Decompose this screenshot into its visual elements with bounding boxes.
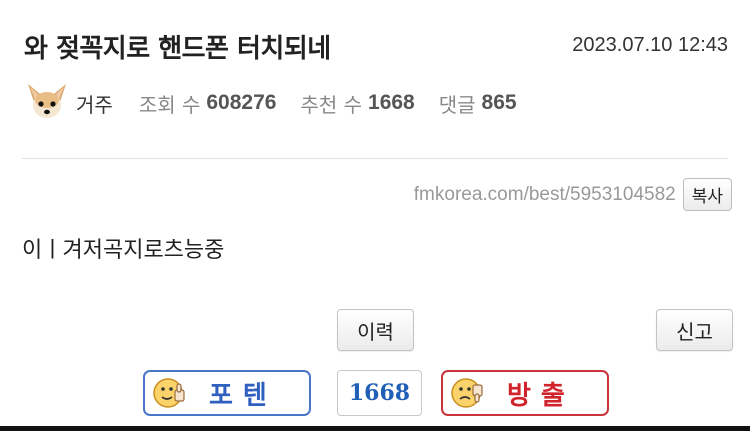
vote-count: 1668 (348, 380, 411, 406)
report-button[interactable]: 신고 (656, 309, 733, 351)
post-body: 이ㅣ겨저곡지로츠능중 (22, 238, 225, 263)
upvote-button[interactable]: 포텐 (143, 370, 311, 416)
comments-count: 865 (481, 91, 517, 114)
post-meta: 거주 조회 수 608276 추천 수 1668 댓글 865 (24, 80, 541, 126)
downvote-label: 방출 (507, 380, 575, 411)
upvote-label: 포텐 (209, 380, 277, 411)
chihuahua-avatar-icon[interactable] (24, 80, 70, 126)
author-name[interactable]: 거주 (76, 89, 113, 118)
comments-label: 댓글 (438, 92, 476, 117)
thumbs-down-face-icon (451, 378, 483, 408)
copy-url-button[interactable]: 복사 (682, 178, 732, 211)
url-row: fmkorea.com/best/5953104582 복사 (414, 178, 732, 211)
post-url[interactable]: fmkorea.com/best/5953104582 (414, 184, 676, 206)
recommend-count: 1668 (368, 91, 415, 114)
bottom-edge (0, 426, 750, 431)
views-label: 조회 수 (138, 92, 201, 117)
divider (22, 158, 728, 159)
thumbs-up-face-icon (153, 378, 185, 408)
downvote-button[interactable]: 방출 (441, 370, 609, 416)
views-count: 608276 (206, 91, 277, 114)
recommend-label: 추천 수 (300, 92, 363, 117)
vote-count-box: 1668 (337, 370, 422, 416)
post-date: 2023.07.10 12:43 (572, 34, 728, 56)
history-button[interactable]: 이력 (337, 309, 414, 351)
post-title: 와 젖꼭지로 핸드폰 터치되네 (24, 34, 331, 64)
